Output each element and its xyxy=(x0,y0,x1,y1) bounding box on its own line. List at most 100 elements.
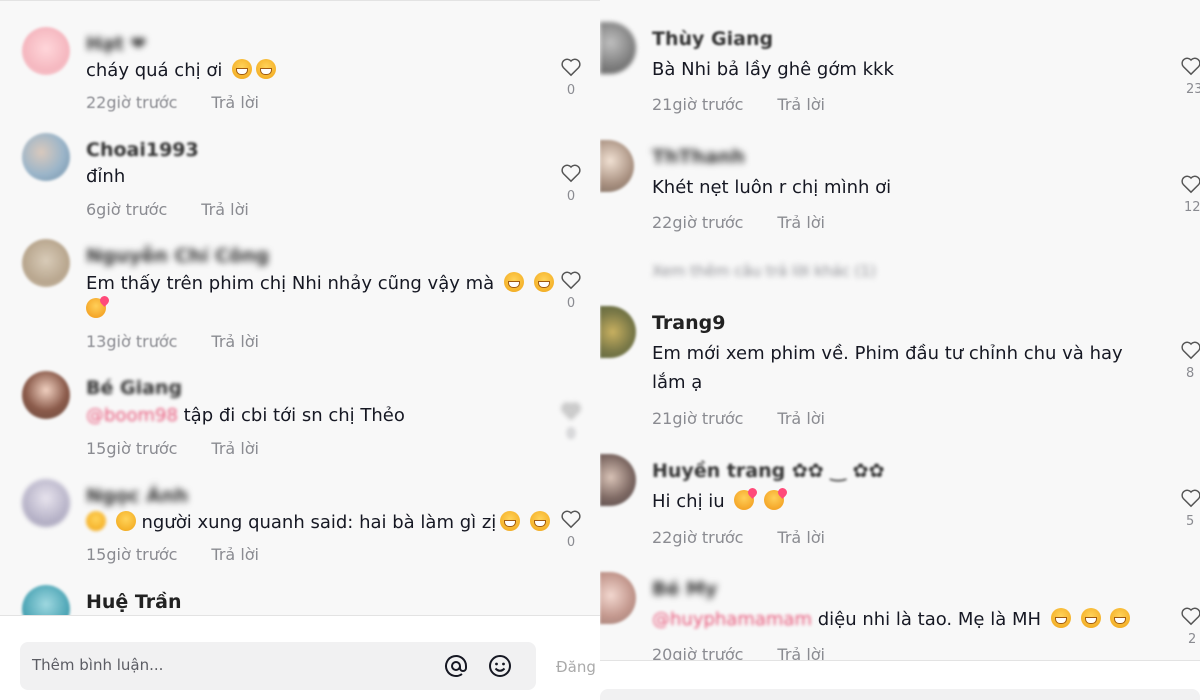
like-button[interactable]: 12 xyxy=(1180,174,1200,215)
like-count: 0 xyxy=(566,296,576,311)
heart-icon xyxy=(561,58,581,77)
laughing-emoji-icon xyxy=(1050,608,1071,628)
comment-username[interactable]: ThThanh xyxy=(652,146,745,168)
comment-meta: 22giờ trước Trả lời xyxy=(652,213,825,232)
right-comments-panel: Thùy Giang Bà Nhi bả lầy ghê gớm kkk 21g… xyxy=(600,0,1200,700)
comment-meta: 21giờ trước Trả lời xyxy=(652,409,825,428)
comment-username[interactable]: Hạt ❤ xyxy=(86,33,146,55)
comment-text: @boom98 tập đi cbi tới sn chị Thẻo xyxy=(86,405,405,426)
like-button[interactable]: 23 xyxy=(1180,56,1200,97)
comment-username[interactable]: Thùy Giang xyxy=(652,28,773,50)
mention-at-icon[interactable] xyxy=(444,654,468,678)
comment-time: 13giờ trước xyxy=(86,332,178,351)
like-count: 0 xyxy=(566,189,576,204)
comment-input[interactable]: Thêm bình luận... xyxy=(20,642,536,690)
like-button[interactable]: 5 xyxy=(1180,488,1200,529)
avatar[interactable] xyxy=(22,371,70,419)
like-button[interactable]: 0 xyxy=(558,509,584,550)
comment-username[interactable]: Bé Giang xyxy=(86,377,182,399)
comment-meta: 22giờ trước Trả lời xyxy=(652,528,825,547)
grin-emoji-icon xyxy=(256,59,277,79)
heart-icon xyxy=(561,164,581,183)
comment-time: 21giờ trước xyxy=(652,409,744,428)
like-button[interactable]: 0 xyxy=(558,401,584,442)
reply-button[interactable]: Trả lời xyxy=(201,200,249,219)
comment-text: Hi chị iu xyxy=(652,487,785,517)
comment-time: 22giờ trước xyxy=(652,528,744,547)
emoji-icon xyxy=(86,511,106,531)
avatar[interactable] xyxy=(22,133,70,181)
reply-button[interactable]: Trả lời xyxy=(777,95,825,114)
like-button[interactable]: 0 xyxy=(558,270,584,311)
flushed-emoji-icon xyxy=(115,511,136,531)
post-button[interactable]: Đăng xyxy=(556,658,596,676)
comment-text: @huyphamamam diệu nhi là tao. Mẹ là MH xyxy=(652,605,1131,635)
reply-button[interactable]: Trả lời xyxy=(777,409,825,428)
avatar[interactable] xyxy=(600,454,636,506)
like-count: 8 xyxy=(1186,366,1195,381)
heart-icon xyxy=(1181,607,1200,626)
like-button[interactable]: 8 xyxy=(1180,340,1200,381)
reply-button[interactable]: Trả lời xyxy=(777,213,825,232)
comment-text: Bà Nhi bả lầy ghê gớm kkk xyxy=(652,59,894,80)
comment-username[interactable]: Trang9 xyxy=(652,312,725,334)
heart-icon xyxy=(1181,57,1200,76)
comment-placeholder: Thêm bình luận... xyxy=(32,656,164,674)
grin-emoji-icon xyxy=(500,511,521,531)
avatar[interactable] xyxy=(600,22,636,74)
comment-text: Em mới xem phim về. Phim đầu tư chỉnh ch… xyxy=(652,343,1123,364)
comment-text-line2: lắm ạ xyxy=(652,372,703,393)
comment-username[interactable]: Huyền trang ✿✿ ‿ ✿✿ xyxy=(652,460,885,482)
mention-link[interactable]: @huyphamamam xyxy=(652,609,812,630)
mention-link[interactable]: @boom98 xyxy=(86,405,178,426)
reply-button[interactable]: Trả lời xyxy=(211,332,259,351)
comment-username[interactable]: Huệ Trần xyxy=(86,591,182,613)
reply-button[interactable]: Trả lời xyxy=(211,439,259,458)
like-count: 23 xyxy=(1186,82,1200,97)
comment-username[interactable]: Bé My xyxy=(652,578,717,600)
comment-time: 22giờ trước xyxy=(86,93,178,112)
comment-input[interactable] xyxy=(600,689,1200,700)
comment-input-bar xyxy=(600,660,1200,700)
heart-icon xyxy=(561,510,581,529)
comment-time: 6giờ trước xyxy=(86,200,168,219)
emoji-picker-icon[interactable] xyxy=(488,654,512,678)
heart-icon xyxy=(561,271,581,290)
comment-username[interactable]: Ngọc Ánh xyxy=(86,485,188,507)
like-count: 0 xyxy=(566,83,576,98)
reply-button[interactable]: Trả lời xyxy=(777,528,825,547)
laughing-emoji-icon xyxy=(1110,608,1131,628)
comment-meta: 6giờ trước Trả lời xyxy=(86,200,249,219)
reply-button[interactable]: Trả lời xyxy=(211,545,259,564)
avatar[interactable] xyxy=(22,239,70,287)
smiling-hearts-emoji-icon xyxy=(764,490,785,510)
left-comments-panel: Hạt ❤ cháy quá chị ơi 22giờ trước Trả lời… xyxy=(0,0,600,700)
comment-username[interactable]: Choai1993 xyxy=(86,139,199,161)
smiling-hearts-emoji-icon xyxy=(734,490,755,510)
reply-button[interactable]: Trả lời xyxy=(211,93,259,112)
like-count: 0 xyxy=(566,427,576,442)
comment-text-line2 xyxy=(82,295,106,325)
comment-text: cháy quá chị ơi xyxy=(86,56,277,86)
like-button[interactable]: 0 xyxy=(558,57,584,98)
heart-icon xyxy=(1181,489,1200,508)
comment-time: 15giờ trước xyxy=(86,439,178,458)
avatar[interactable] xyxy=(22,479,70,527)
avatar[interactable] xyxy=(22,27,70,75)
avatar[interactable] xyxy=(600,306,636,358)
heart-icon xyxy=(1181,341,1200,360)
like-button[interactable]: 2 xyxy=(1180,606,1200,647)
comment-time: 15giờ trước xyxy=(86,545,178,564)
avatar[interactable] xyxy=(600,572,636,624)
comment-time: 22giờ trước xyxy=(652,213,744,232)
comment-username[interactable]: Nguyễn Chí Công xyxy=(86,245,269,267)
avatar[interactable] xyxy=(600,140,634,192)
laughing-emoji-icon xyxy=(1080,608,1101,628)
heart-icon xyxy=(561,402,581,421)
grin-emoji-icon xyxy=(503,272,524,292)
view-more-replies[interactable]: Xem thêm câu trả lời khác (1) xyxy=(652,262,876,280)
comment-meta: 22giờ trước Trả lời xyxy=(86,93,259,112)
comment-text: người xung quanh said: hai bà làm gì zị xyxy=(86,508,551,538)
like-button[interactable]: 0 xyxy=(558,163,584,204)
grin-emoji-icon xyxy=(533,272,554,292)
